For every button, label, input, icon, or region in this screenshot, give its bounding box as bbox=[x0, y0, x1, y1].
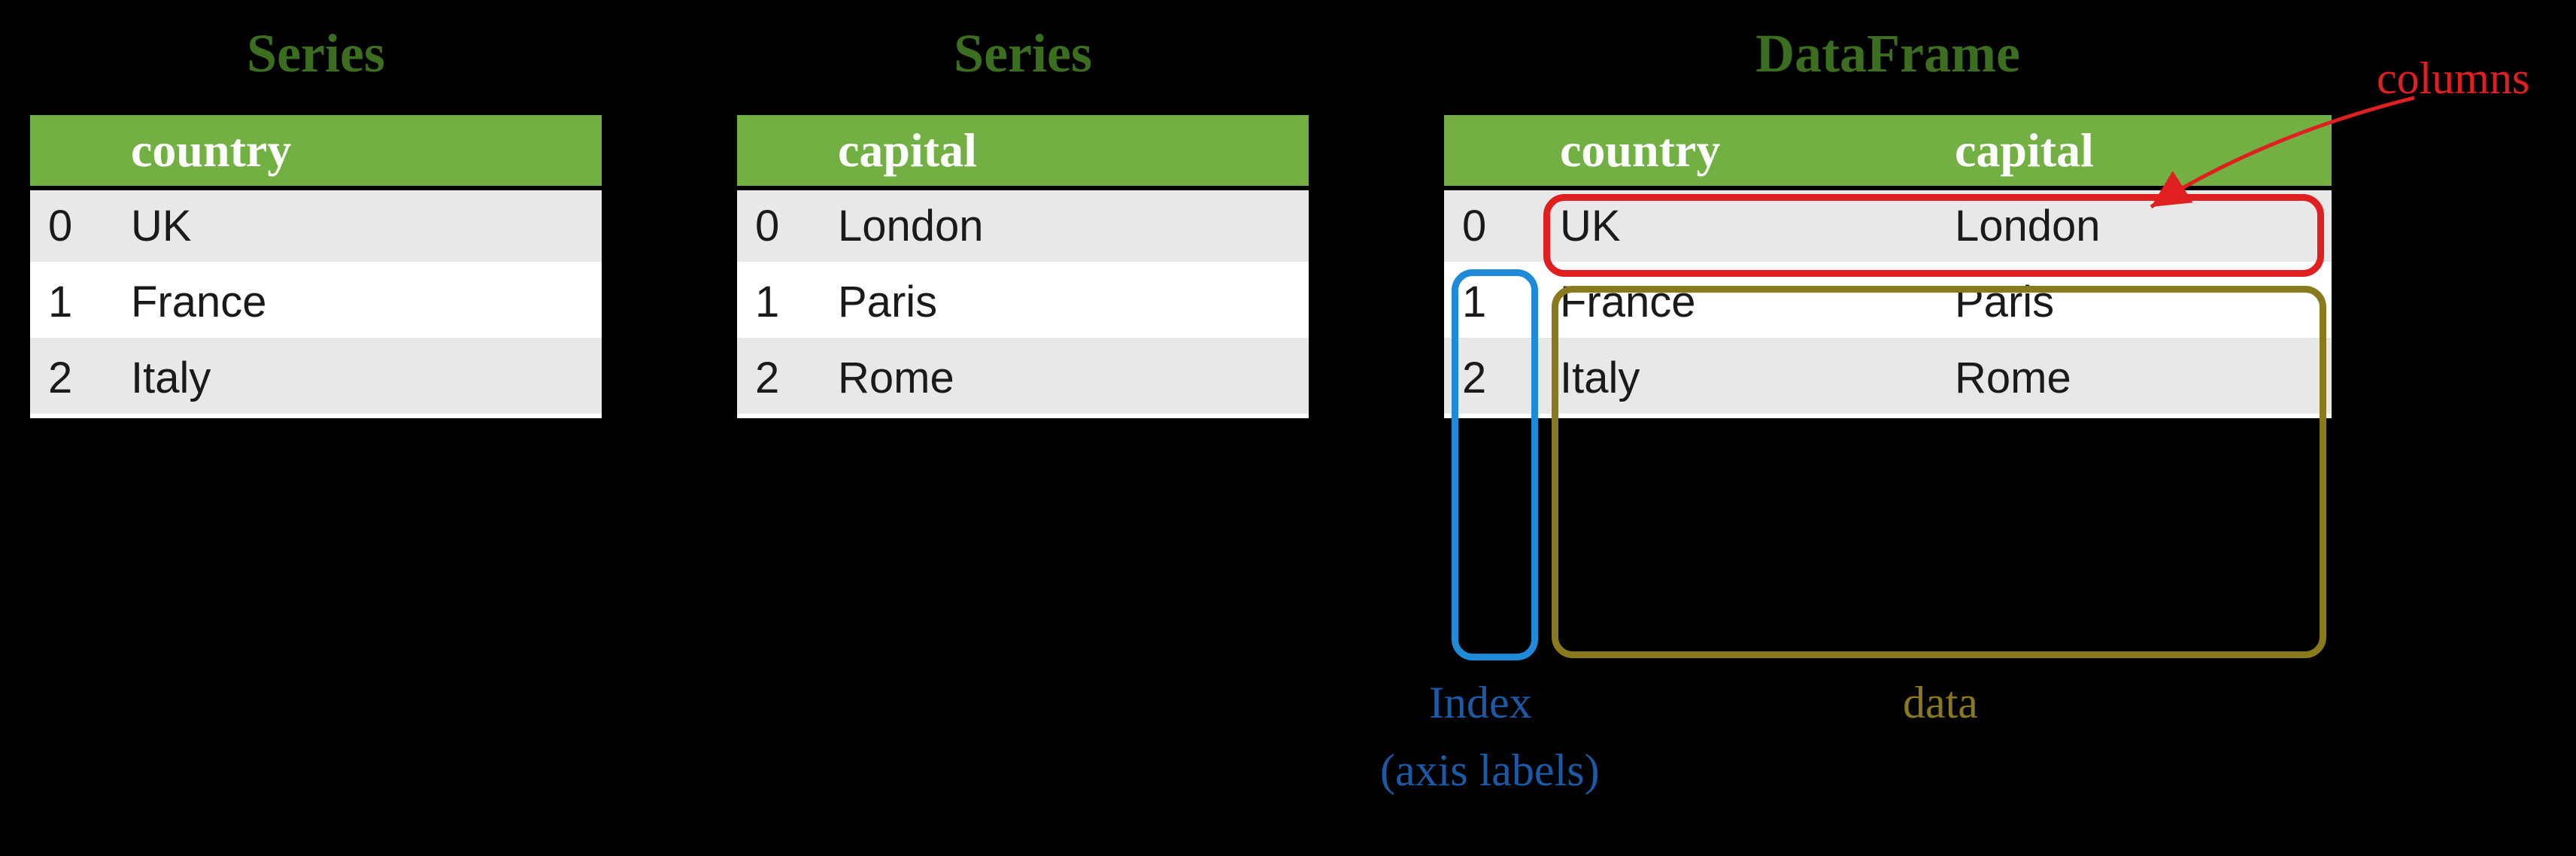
table-row: 1 France bbox=[30, 264, 602, 340]
series1-index-1: 1 bbox=[30, 264, 113, 340]
series1-panel: Series country 0 UK 1 France 2 Italy bbox=[30, 23, 602, 418]
dataframe-index-2: 2 bbox=[1444, 340, 1542, 416]
series2-title: Series bbox=[737, 23, 1309, 85]
dataframe-cell-2-0: Italy bbox=[1542, 340, 1937, 416]
table-row: 2 Italy bbox=[30, 340, 602, 416]
series1-cell-2: Italy bbox=[113, 340, 602, 416]
table-row: 1 Paris bbox=[737, 264, 1309, 340]
series2-cell-2: Rome bbox=[820, 340, 1309, 416]
series2-table: capital 0 London 1 Paris 2 Rome bbox=[737, 115, 1309, 418]
dataframe-index-0: 0 bbox=[1444, 188, 1542, 264]
series2-index-0: 0 bbox=[737, 188, 820, 264]
series1-header: country bbox=[113, 115, 602, 188]
series1-cell-1: France bbox=[113, 264, 602, 340]
dataframe-header-0: country bbox=[1542, 115, 1937, 188]
annotation-index: Index bbox=[1429, 677, 1532, 729]
dataframe-table: country capital 0 UK London 1 France Par… bbox=[1444, 115, 2332, 418]
series1-index-2: 2 bbox=[30, 340, 113, 416]
table-row: 2 Rome bbox=[737, 340, 1309, 416]
table-row: 1 France Paris bbox=[1444, 264, 2332, 340]
dataframe-header-1: capital bbox=[1937, 115, 2332, 188]
table-row: 2 Italy Rome bbox=[1444, 340, 2332, 416]
series2-cell-0: London bbox=[820, 188, 1309, 264]
series2-cell-1: Paris bbox=[820, 264, 1309, 340]
dataframe-panel: DataFrame country capital 0 UK London 1 … bbox=[1444, 23, 2332, 418]
dataframe-title: DataFrame bbox=[1444, 23, 2332, 85]
dataframe-cell-0-1: London bbox=[1937, 188, 2332, 264]
dataframe-header-row: country capital bbox=[1444, 115, 2332, 188]
dataframe-cell-2-1: Rome bbox=[1937, 340, 2332, 416]
series2-header-row: capital bbox=[737, 115, 1309, 188]
series1-index-0: 0 bbox=[30, 188, 113, 264]
dataframe-cell-1-0: France bbox=[1542, 264, 1937, 340]
series1-cell-0: UK bbox=[113, 188, 602, 264]
series1-header-row: country bbox=[30, 115, 602, 188]
series2-panel: Series capital 0 London 1 Paris 2 Rome bbox=[737, 23, 1309, 418]
table-row: 0 UK London bbox=[1444, 188, 2332, 264]
dataframe-cell-1-1: Paris bbox=[1937, 264, 2332, 340]
table-row: 0 London bbox=[737, 188, 1309, 264]
series1-title: Series bbox=[30, 23, 602, 85]
annotation-columns: columns bbox=[2377, 53, 2529, 105]
annotation-axis-labels: (axis labels) bbox=[1380, 745, 1600, 797]
dataframe-index-1: 1 bbox=[1444, 264, 1542, 340]
table-row: 0 UK bbox=[30, 188, 602, 264]
series2-index-1: 1 bbox=[737, 264, 820, 340]
annotation-data: data bbox=[1903, 677, 1978, 729]
series2-header: capital bbox=[820, 115, 1309, 188]
series2-index-2: 2 bbox=[737, 340, 820, 416]
dataframe-cell-0-0: UK bbox=[1542, 188, 1937, 264]
series1-table: country 0 UK 1 France 2 Italy bbox=[30, 115, 602, 418]
